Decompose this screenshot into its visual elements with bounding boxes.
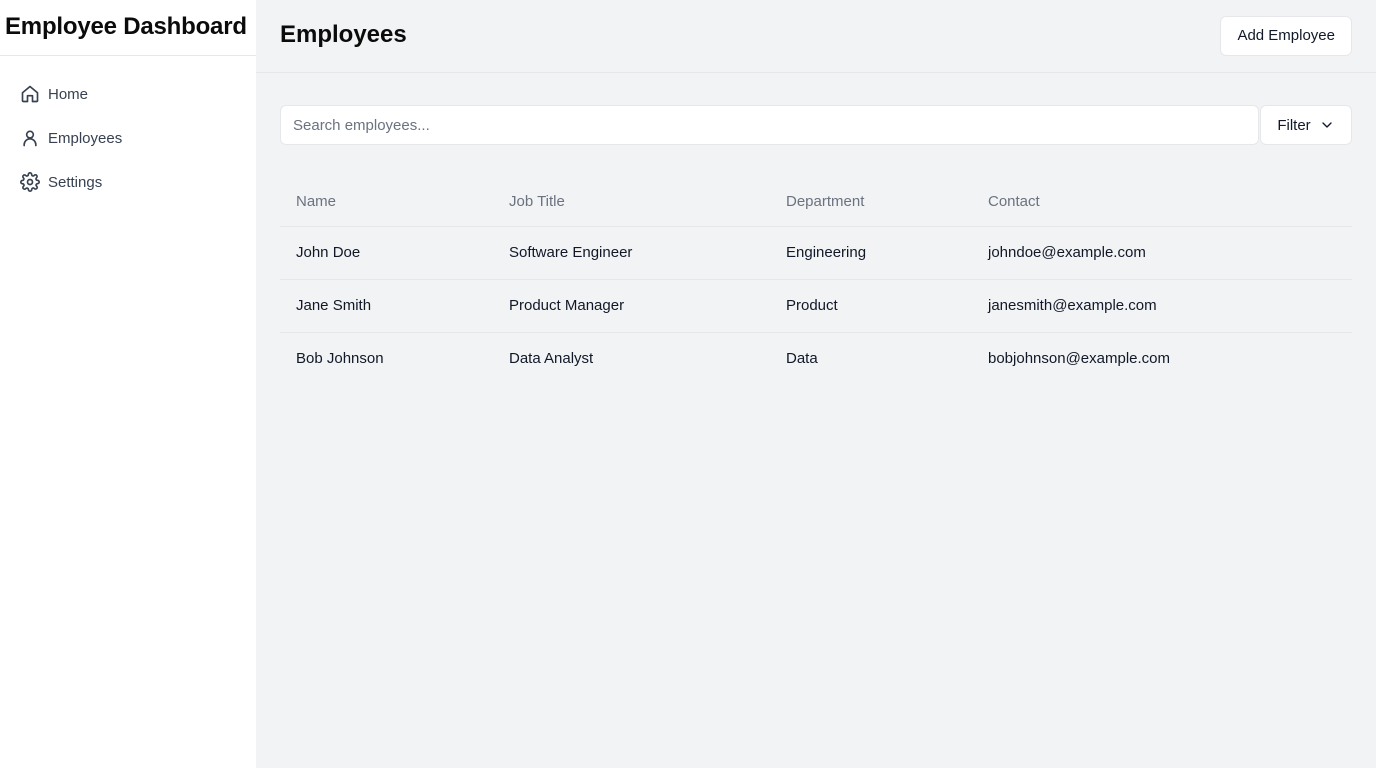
table-row[interactable]: Jane Smith Product Manager Product janes… [280,279,1352,333]
table-row[interactable]: John Doe Software Engineer Engineering j… [280,226,1352,280]
employee-job-title: Software Engineer [493,226,770,280]
employees-table: Name Job Title Department Contact John D… [280,177,1352,385]
employees-section: Filter Name Job Title Department Contact [256,73,1376,385]
add-employee-button[interactable]: Add Employee [1220,15,1352,56]
employee-contact: janesmith@example.com [972,279,1352,333]
sidebar-nav: Home Employees Settings [0,56,256,204]
employee-job-title: Product Manager [493,279,770,333]
sidebar-header: Employee Dashboard [0,0,256,56]
table-row[interactable]: Bob Johnson Data Analyst Data bobjohnson… [280,332,1352,385]
employee-department: Data [786,350,818,368]
search-row: Filter [280,105,1352,145]
main-content: Employees Add Employee Filter Name Job T… [256,0,1376,768]
page-title: Employees [280,21,407,48]
employee-contact: bobjohnson@example.com [988,350,1170,368]
column-header-job-title[interactable]: Job Title [493,177,770,227]
filter-button[interactable]: Filter [1260,105,1352,145]
employee-department: Product [770,279,972,333]
home-icon [20,84,40,104]
employee-name: Bob Johnson [296,350,384,368]
user-icon [20,128,40,148]
page-header: Employees Add Employee [256,0,1376,73]
sidebar: Employee Dashboard Home Employees Settin… [0,0,256,768]
column-header-department[interactable]: Department [770,177,972,227]
sidebar-item-employees[interactable]: Employees [0,116,256,160]
sidebar-item-home[interactable]: Home [0,72,256,116]
gear-icon [20,172,40,192]
column-header-contact[interactable]: Contact [972,177,1352,227]
employee-job-title: Data Analyst [509,350,594,368]
sidebar-item-label: Employees [48,129,123,147]
chevron-down-icon [1322,122,1332,128]
search-input[interactable] [280,105,1259,145]
sidebar-item-label: Settings [48,173,103,191]
employee-department: Engineering [770,226,972,280]
employee-name: Jane Smith [280,279,493,333]
filter-label: Filter [1277,116,1311,134]
table-header-row: Name Job Title Department Contact [280,177,1352,227]
employee-name: John Doe [280,226,493,280]
column-header-name[interactable]: Name [280,177,493,227]
app-root: Employee Dashboard Home Employees Settin… [0,0,1376,768]
employee-contact: johndoe@example.com [972,226,1352,280]
sidebar-item-settings[interactable]: Settings [0,160,256,204]
sidebar-item-label: Home [48,85,89,103]
app-title: Employee Dashboard [5,12,247,40]
